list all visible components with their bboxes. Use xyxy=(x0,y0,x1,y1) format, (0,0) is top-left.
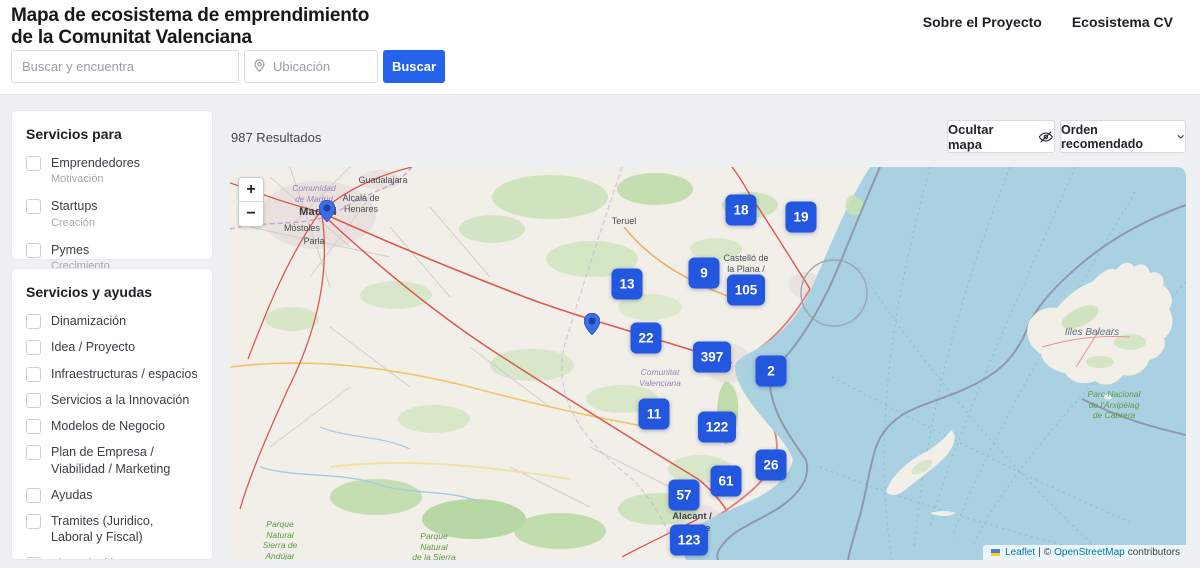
cluster-marker[interactable]: 2 xyxy=(755,355,787,387)
cluster-marker[interactable]: 11 xyxy=(638,398,670,430)
chevron-down-icon xyxy=(1177,134,1184,139)
checkbox-label: Plan de Empresa / Viabilidad / Marketing xyxy=(51,445,171,476)
cluster-marker[interactable]: 18 xyxy=(725,194,757,226)
filter-card-services-ayudas: Servicios y ayudas Dinamización Idea / Pr… xyxy=(11,268,213,560)
checkbox[interactable] xyxy=(26,242,41,258)
checkbox[interactable] xyxy=(26,487,41,503)
nav-about-link[interactable]: Sobre el Proyecto xyxy=(923,14,1042,30)
top-nav: Sobre el Proyecto Ecosistema CV xyxy=(923,14,1173,30)
cluster-marker[interactable]: 122 xyxy=(698,411,736,443)
checkbox-label: Pymes xyxy=(51,242,90,257)
checkbox[interactable] xyxy=(26,156,41,171)
search-button[interactable]: Buscar xyxy=(383,50,445,83)
checkbox-label: Idea / Proyecto xyxy=(51,340,136,355)
zoom-out-button[interactable]: − xyxy=(239,202,263,226)
cluster-marker[interactable]: 26 xyxy=(755,449,787,481)
checkbox-label: Emprendedores xyxy=(51,156,140,170)
filter-card-services-para: Servicios para Emprendedores Motivación … xyxy=(11,110,213,272)
filter-item[interactable]: Financiación xyxy=(26,556,198,560)
checkbox-label: Servicios a la Innovación xyxy=(51,392,190,407)
cluster-marker[interactable]: 9 xyxy=(688,257,720,289)
attribution-copyright: © xyxy=(1043,547,1052,558)
filter-startups[interactable]: Startups Creación xyxy=(26,198,198,229)
header: Mapa de ecosistema de emprendimiento de … xyxy=(0,0,1200,95)
cluster-marker[interactable]: 57 xyxy=(668,479,700,511)
filter-item[interactable]: Modelos de Negocio xyxy=(26,418,198,434)
filter-list: Dinamización Idea / Proyecto Infraestructu… xyxy=(26,313,198,560)
checkbox-label: Dinamización xyxy=(51,314,127,328)
checkbox[interactable] xyxy=(26,445,41,461)
checkbox[interactable] xyxy=(26,419,41,434)
checkbox-label: Ayudas xyxy=(51,487,93,502)
checkbox[interactable] xyxy=(26,314,41,329)
checkbox-sublabel: Motivación xyxy=(51,173,104,186)
cluster-marker[interactable]: 105 xyxy=(727,274,765,306)
checkbox-label: Modelos de Negocio xyxy=(51,419,165,433)
nav-ecosystem-link[interactable]: Ecosistema CV xyxy=(1072,14,1173,30)
filter-emprendedores[interactable]: Emprendedores Motivación xyxy=(26,155,198,185)
zoom-control: + − xyxy=(238,177,264,227)
filter-card-title: Servicios para xyxy=(26,126,122,142)
cluster-marker[interactable]: 22 xyxy=(630,322,662,354)
filter-item[interactable]: Dinamización xyxy=(26,313,198,329)
order-select[interactable]: Orden recomendado xyxy=(1060,120,1186,153)
map-canvas[interactable]: + − Guadalajara Alcalá de Henares Comunida… xyxy=(230,167,1186,560)
checkbox[interactable] xyxy=(26,556,41,559)
hide-map-label: Ocultar mapa xyxy=(948,121,994,152)
map-pin[interactable] xyxy=(318,199,336,227)
leaflet-flag-icon xyxy=(991,549,1001,556)
hide-map-button[interactable]: Ocultar mapa xyxy=(947,120,1055,153)
map-pin[interactable] xyxy=(583,312,601,340)
cluster-marker[interactable]: 123 xyxy=(670,524,708,556)
cluster-marker[interactable]: 61 xyxy=(710,465,742,497)
page-title: Mapa de ecosistema de emprendimiento de … xyxy=(11,5,370,49)
filter-item[interactable]: Tramites (Juridico, Laboral y Fiscal) xyxy=(26,513,198,546)
checkbox[interactable] xyxy=(26,366,41,382)
cluster-marker[interactable]: 13 xyxy=(611,268,643,300)
filter-item[interactable]: Ayudas xyxy=(26,487,198,503)
leaflet-link[interactable]: Leaflet xyxy=(1005,547,1035,558)
filter-item[interactable]: Idea / Proyecto xyxy=(26,339,198,356)
search-input[interactable] xyxy=(11,50,239,83)
filter-card-title: Servicios y ayudas xyxy=(26,284,153,300)
checkbox[interactable] xyxy=(26,340,41,356)
zoom-in-button[interactable]: + xyxy=(239,178,263,202)
attribution-suffix: contributors xyxy=(1127,547,1180,558)
filter-item[interactable]: Servicios a la Innovación xyxy=(26,392,198,408)
results-count: 987 Resultados xyxy=(231,130,322,145)
filter-item[interactable]: Plan de Empresa / Viabilidad / Marketing xyxy=(26,444,198,477)
checkbox-label: Tramites (Juridico, Laboral y Fiscal) xyxy=(51,514,154,545)
checkbox-sublabel: Creación xyxy=(51,216,96,229)
checkbox-label: Financiación xyxy=(51,556,121,560)
eye-off-icon xyxy=(1038,130,1054,143)
location-pin-icon xyxy=(254,59,265,72)
cluster-marker[interactable]: 19 xyxy=(785,201,817,233)
cluster-marker[interactable]: 397 xyxy=(693,341,731,373)
search-bar: Buscar xyxy=(11,50,445,83)
attribution-separator: | xyxy=(1038,547,1041,558)
map-attribution: Leaflet | © OpenStreetMap contributors xyxy=(983,545,1186,560)
order-select-value: Orden recomendado xyxy=(1061,122,1143,151)
checkbox[interactable] xyxy=(26,514,41,529)
filter-item[interactable]: Infraestructuras / espacios xyxy=(26,366,198,382)
checkbox-label: Startups xyxy=(51,199,98,214)
checkbox-label: Infraestructuras / espacios xyxy=(51,366,198,381)
osm-link[interactable]: OpenStreetMap xyxy=(1054,547,1125,558)
checkbox[interactable] xyxy=(26,392,41,408)
checkbox[interactable] xyxy=(26,199,41,215)
